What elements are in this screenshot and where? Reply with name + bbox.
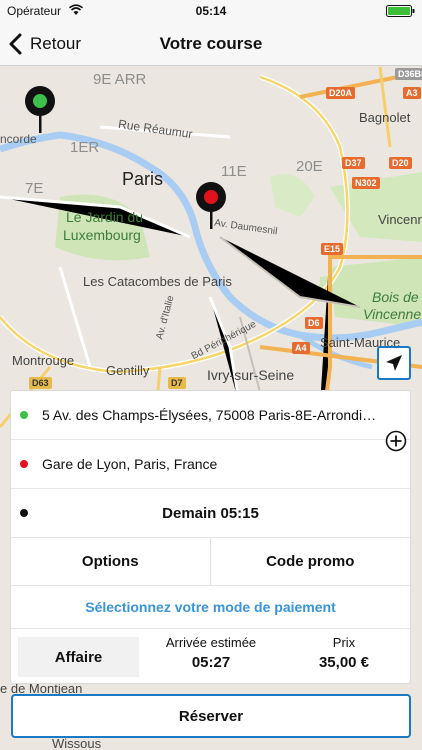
map-label-catacombes: Les Catacombes de Paris bbox=[83, 274, 232, 289]
map-label-20e: 20E bbox=[296, 158, 323, 175]
map-label-wissous: Wissous bbox=[52, 736, 102, 750]
status-bar: Opérateur 05:14 bbox=[0, 0, 422, 22]
road-badge-e15: E15 bbox=[321, 243, 344, 255]
map-label-vincennes: Vincenn bbox=[378, 212, 422, 227]
map-label-ivry: Ivry-sur-Seine bbox=[207, 367, 295, 383]
pickup-time-row[interactable]: Demain 05:15 bbox=[11, 489, 410, 538]
road-badge-a4: A4 bbox=[292, 342, 310, 354]
payment-method-row[interactable]: Sélectionnez votre mode de paiement bbox=[11, 586, 410, 629]
map-label-9e: 9E ARR bbox=[93, 71, 147, 88]
price-block: Prix 35,00 € bbox=[289, 635, 399, 671]
destination-address: Gare de Lyon, Paris, France bbox=[42, 456, 218, 472]
road-badge-d7: D7 bbox=[168, 377, 186, 389]
road-badge-a3: A3 bbox=[403, 87, 421, 99]
destination-dot-icon bbox=[20, 460, 28, 468]
road-badge-d20a: D20A bbox=[326, 87, 356, 99]
pickup-pin-icon[interactable] bbox=[24, 85, 56, 137]
road-badge-d6: D6 bbox=[305, 317, 323, 329]
map-label-gentilly: Gentilly bbox=[106, 363, 150, 378]
road-badge-d20: D20 bbox=[389, 157, 412, 169]
pickup-time: Demain 05:15 bbox=[162, 504, 259, 522]
map-label-7e: 7E bbox=[25, 180, 44, 197]
price-value: 35,00 € bbox=[318, 654, 370, 671]
booking-card: 5 Av. des Champs-Élysées, 75008 Paris-8E… bbox=[10, 390, 411, 684]
road-badge-d37: D37 bbox=[342, 157, 365, 169]
summary-row: Affaire Arrivée estimée 05:27 Prix 35,00… bbox=[11, 629, 410, 685]
destination-pin-icon[interactable] bbox=[195, 181, 227, 233]
arrival-value: 05:27 bbox=[191, 654, 231, 671]
options-row: Options Code promo bbox=[11, 538, 410, 586]
affaire-button[interactable]: Affaire bbox=[18, 637, 139, 677]
navigation-bar: Retour Votre course bbox=[0, 22, 422, 66]
chevron-left-icon bbox=[9, 33, 22, 55]
pickup-address-row[interactable]: 5 Av. des Champs-Élysées, 75008 Paris-8E… bbox=[11, 391, 410, 440]
map-label-bagnolet: Bagnolet bbox=[359, 110, 411, 125]
locate-me-button[interactable] bbox=[377, 346, 411, 380]
price-label: Prix bbox=[332, 635, 356, 650]
arrival-block: Arrivée estimée 05:27 bbox=[151, 635, 271, 671]
status-time: 05:14 bbox=[195, 4, 227, 18]
map-label-paris: Paris bbox=[122, 169, 164, 189]
payment-method-link[interactable]: Sélectionnez votre mode de paiement bbox=[85, 599, 336, 615]
options-button[interactable]: Options bbox=[11, 538, 211, 585]
promo-code-button[interactable]: Code promo bbox=[211, 538, 411, 585]
map-label-bois-2: Vincenne bbox=[363, 306, 422, 322]
map-label-jardin-2: Luxembourg bbox=[63, 227, 141, 243]
road-badge-d63: D63 bbox=[29, 377, 52, 389]
add-stop-icon[interactable] bbox=[385, 430, 407, 452]
map-label-bois-1: Bois de bbox=[372, 289, 419, 305]
reserve-button[interactable]: Réserver bbox=[11, 694, 411, 738]
battery-icon bbox=[386, 5, 415, 17]
arrival-label: Arrivée estimée bbox=[165, 635, 257, 650]
map-label-1er: 1ER bbox=[70, 139, 100, 156]
location-arrow-icon bbox=[386, 355, 402, 371]
back-button[interactable]: Retour bbox=[8, 30, 81, 58]
pickup-address: 5 Av. des Champs-Élysées, 75008 Paris-8E… bbox=[42, 407, 382, 423]
back-label: Retour bbox=[30, 34, 82, 53]
destination-address-row[interactable]: Gare de Lyon, Paris, France bbox=[11, 440, 410, 489]
road-badge-d36bis: D36BIS bbox=[395, 68, 422, 80]
road-badge-n302: N302 bbox=[352, 177, 380, 189]
map-label-montrouge: Montrouge bbox=[12, 353, 75, 368]
map-label-jardin-1: Le Jardin du bbox=[66, 209, 144, 225]
pickup-dot-icon bbox=[20, 411, 28, 419]
map-label-11e: 11E bbox=[221, 163, 247, 180]
